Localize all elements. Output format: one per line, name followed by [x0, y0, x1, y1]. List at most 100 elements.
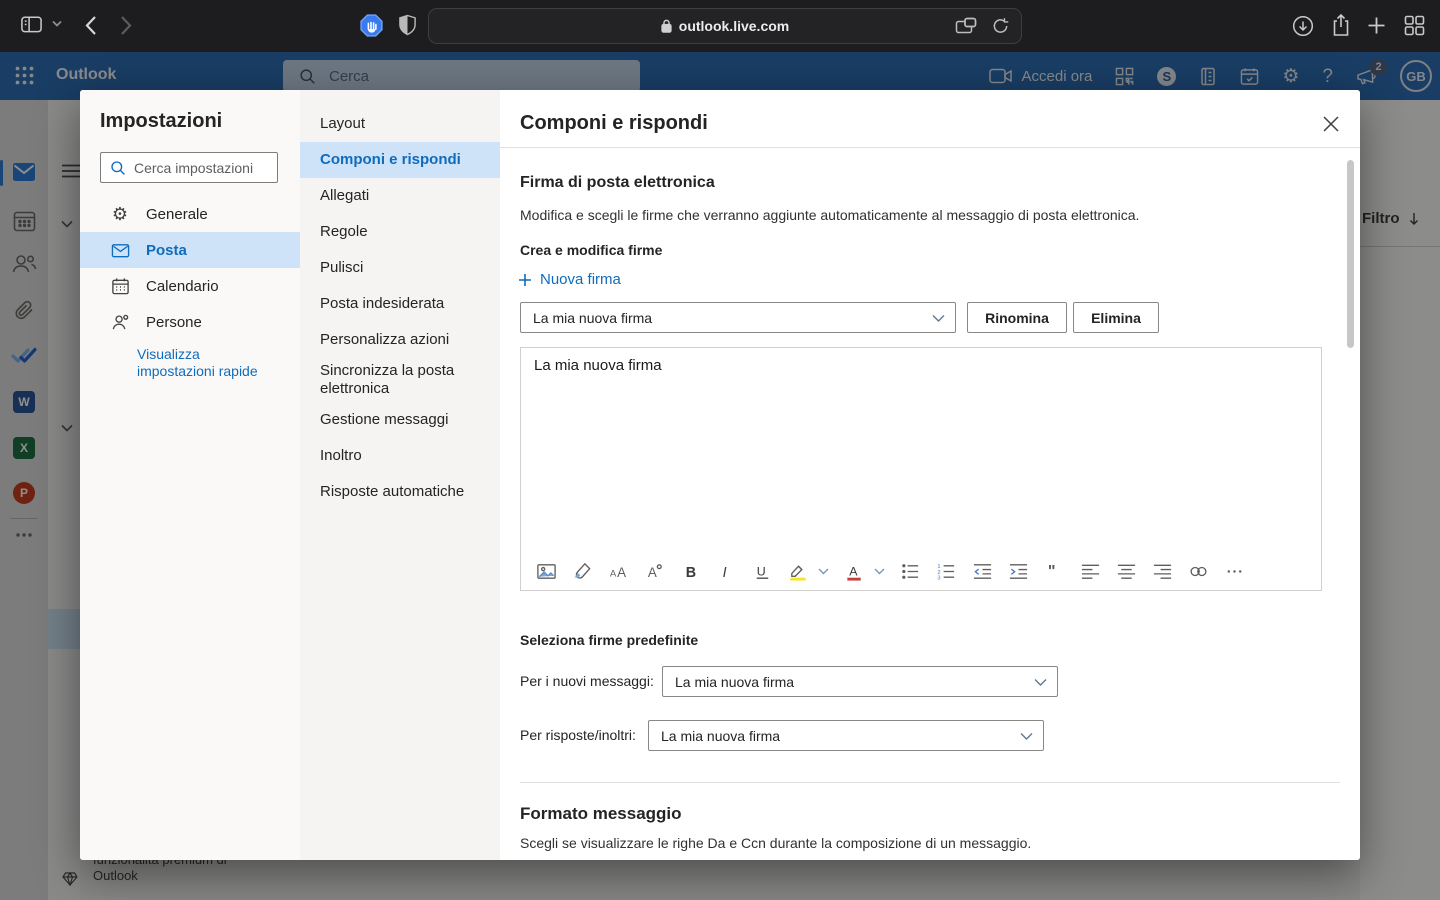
category-item-risposte-automatiche[interactable]: Risposte automatiche [300, 474, 500, 510]
more-icon[interactable] [1223, 560, 1245, 582]
category-item-layout[interactable]: Layout [300, 106, 500, 142]
pip-icon[interactable] [955, 17, 977, 35]
settings-sidebar: Impostazioni ⚙Generale Posta Calendario Per… [80, 90, 300, 860]
svg-text:A: A [617, 565, 626, 580]
tabgroup-chevron-icon[interactable] [52, 20, 62, 28]
svg-text:I: I [722, 565, 726, 581]
settings-search-box[interactable] [100, 152, 278, 183]
category-item-posta-indesiderata[interactable]: Posta indesiderata [300, 286, 500, 322]
signature-name-dropdown[interactable]: La mia nuova firma [520, 302, 956, 333]
settings-nav: ⚙Generale Posta Calendario Persone [80, 196, 300, 340]
privacy-shield-icon[interactable] [398, 13, 417, 37]
share-icon[interactable] [1331, 13, 1351, 38]
back-icon[interactable] [85, 15, 97, 36]
forward-icon[interactable] [120, 15, 132, 36]
browser-chrome: outlook.live.com [0, 0, 1440, 52]
quote-icon[interactable]: " [1043, 560, 1065, 582]
chevron-icon[interactable] [817, 560, 829, 582]
settings-nav-item-persone[interactable]: Persone [80, 304, 300, 340]
settings-nav-label: Persone [146, 314, 202, 331]
new-messages-label: Per i nuovi messaggi: [520, 673, 654, 689]
quick-settings-link[interactable]: Visualizza impostazioni rapide [137, 346, 272, 380]
replies-value: La mia nuova firma [661, 728, 780, 744]
sidebar-icon[interactable] [20, 14, 43, 34]
tab-overview-icon[interactable] [1403, 14, 1426, 37]
category-list: LayoutComponi e rispondiAllegatiRegolePu… [300, 106, 500, 510]
settings-search-input[interactable] [134, 160, 264, 176]
plus-icon [518, 273, 532, 287]
align-right-icon[interactable] [1151, 560, 1173, 582]
category-item-inoltro[interactable]: Inoltro [300, 438, 500, 474]
bullet-list-icon[interactable] [899, 560, 921, 582]
category-item-allegati[interactable]: Allegati [300, 178, 500, 214]
format-section-desc: Scegli se visualizzare le righe Da e Ccn… [520, 835, 1031, 851]
link-icon[interactable] [1187, 560, 1209, 582]
default-signatures-title: Seleziona firme predefinite [520, 632, 698, 648]
svg-text:B: B [685, 565, 695, 581]
settings-nav-item-calendario[interactable]: Calendario [80, 268, 300, 304]
new-signature-button[interactable]: Nuova firma [518, 271, 621, 288]
calendar-icon [110, 276, 130, 296]
section-divider [520, 782, 1340, 783]
content-blocker-icon[interactable] [359, 13, 384, 38]
settings-dialog: Impostazioni ⚙GeneralePostaCalendarioPer… [80, 90, 1360, 860]
italic-icon[interactable]: I [715, 560, 737, 582]
settings-content: Componi e rispondi Firma di posta elettr… [500, 90, 1360, 860]
svg-text:A: A [647, 565, 656, 580]
editor-toolbar: AAABIUA123" [535, 560, 1245, 582]
bold-icon[interactable]: B [679, 560, 701, 582]
category-item-sincronizza-la-posta-elettronica[interactable]: Sincronizza la posta elettronica [300, 358, 500, 402]
category-item-pulisci[interactable]: Pulisci [300, 250, 500, 286]
outdent-icon[interactable] [971, 560, 993, 582]
content-title: Componi e rispondi [520, 112, 708, 135]
download-icon[interactable] [1292, 15, 1314, 37]
svg-text:": " [1047, 562, 1055, 580]
category-item-componi-e-rispondi[interactable]: Componi e rispondi [300, 142, 500, 178]
rename-button[interactable]: Rinomina [967, 302, 1067, 333]
settings-nav-item-generale[interactable]: ⚙Generale [80, 196, 300, 232]
category-item-gestione-messaggi[interactable]: Gestione messaggi [300, 402, 500, 438]
numbered-list-icon[interactable]: 123 [935, 560, 957, 582]
gear-icon: ⚙ [110, 204, 130, 224]
font-color-icon[interactable]: A [843, 560, 865, 582]
indent-icon[interactable] [1007, 560, 1029, 582]
delete-button[interactable]: Elimina [1073, 302, 1159, 333]
settings-nav-item-posta[interactable]: Posta [80, 232, 300, 268]
highlight-icon[interactable] [787, 560, 809, 582]
header-divider [500, 147, 1360, 148]
font-size-icon[interactable]: A [643, 560, 665, 582]
scrollbar-thumb[interactable] [1347, 160, 1354, 348]
address-bar[interactable]: outlook.live.com [428, 8, 1022, 44]
signature-name-value: La mia nuova firma [533, 310, 652, 326]
reload-icon[interactable] [992, 17, 1009, 35]
underline-icon[interactable]: U [751, 560, 773, 582]
format-section-title: Formato messaggio [520, 804, 682, 824]
signature-editor[interactable]: La mia nuova firma AAABIUA123" [520, 347, 1322, 591]
settings-title: Impostazioni [100, 110, 222, 133]
format-painter-icon[interactable] [571, 560, 593, 582]
svg-text:3: 3 [937, 575, 940, 581]
signature-section-title: Firma di posta elettronica [520, 174, 715, 192]
new-messages-dropdown[interactable]: La mia nuova firma [662, 666, 1058, 697]
lock-icon [661, 19, 672, 33]
replies-label: Per risposte/inoltri: [520, 727, 636, 743]
chevron-down-icon [1020, 728, 1033, 744]
align-center-icon[interactable] [1115, 560, 1137, 582]
svg-text:U: U [756, 564, 765, 578]
close-icon[interactable] [1322, 115, 1340, 133]
font-name-icon[interactable]: AA [607, 560, 629, 582]
new-tab-icon[interactable] [1366, 15, 1387, 36]
category-item-regole[interactable]: Regole [300, 214, 500, 250]
search-icon [110, 160, 126, 176]
settings-nav-label: Posta [146, 242, 187, 259]
align-left-icon[interactable] [1079, 560, 1101, 582]
chevron-icon[interactable] [873, 560, 885, 582]
signature-editor-text: La mia nuova firma [534, 357, 662, 374]
category-item-personalizza-azioni[interactable]: Personalizza azioni [300, 322, 500, 358]
new-signature-label: Nuova firma [540, 271, 621, 288]
replies-dropdown[interactable]: La mia nuova firma [648, 720, 1044, 751]
signature-section-desc: Modifica e scegli le firme che verranno … [520, 207, 1139, 223]
image-icon[interactable] [535, 560, 557, 582]
svg-text:A: A [609, 568, 616, 579]
chevron-down-icon [932, 310, 945, 326]
